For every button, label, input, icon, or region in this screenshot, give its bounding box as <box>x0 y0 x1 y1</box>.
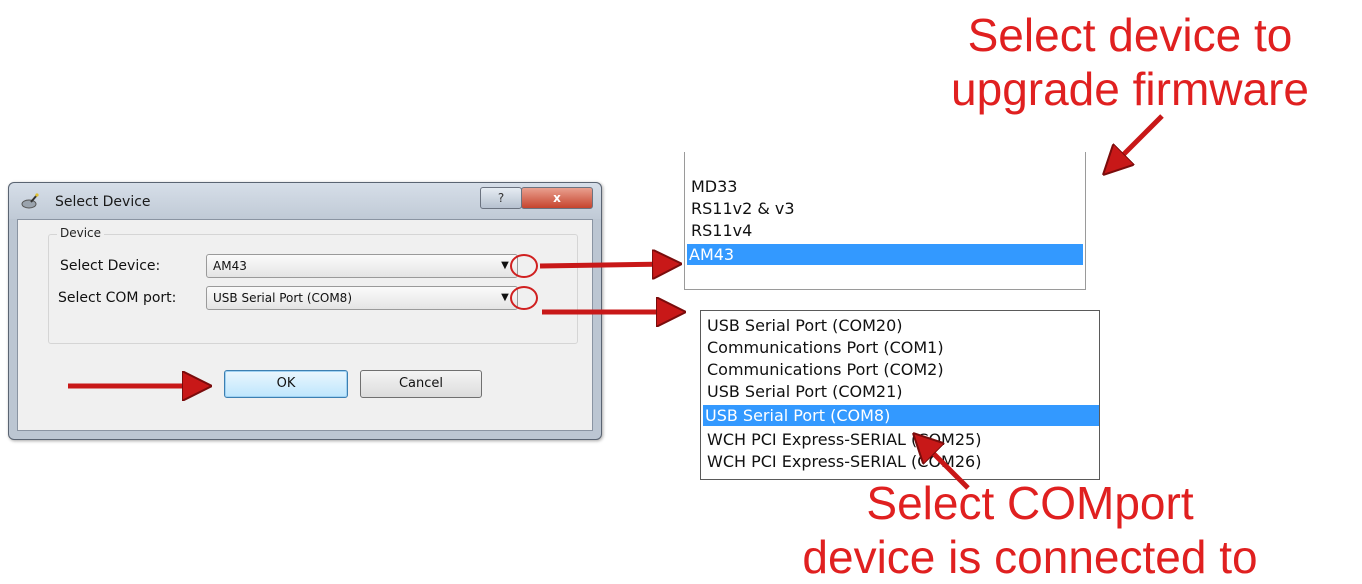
annotation-arrows <box>68 114 1164 490</box>
arrow-to-device-callout <box>1110 114 1164 168</box>
arrow-to-device-list <box>539 264 672 266</box>
arrow-to-com-selection <box>920 440 970 490</box>
